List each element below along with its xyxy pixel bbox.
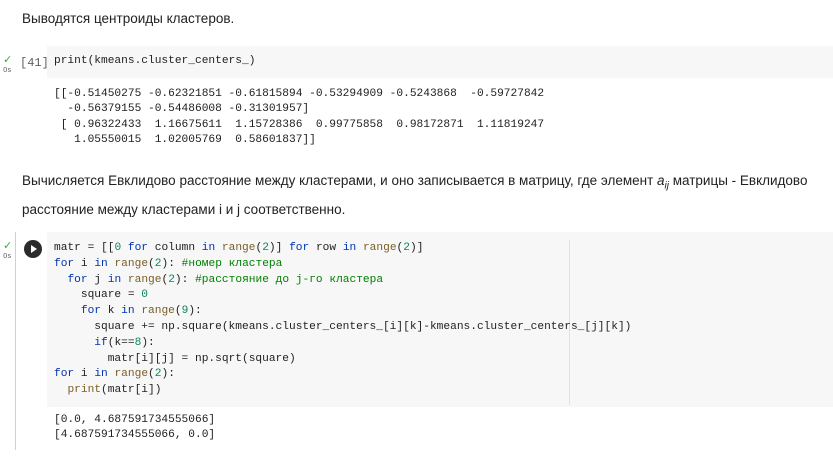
markdown-text-centroids: Выводятся центроиды кластеров. (22, 11, 235, 26)
executed-check-icon: ✓ (3, 54, 13, 66)
code-line-print[interactable]: print(kmeans.cluster_centers_) (54, 54, 255, 70)
run-cell-button[interactable] (24, 240, 42, 258)
executed-check-icon: ✓ (3, 240, 13, 252)
text-euclid-part1: Вычисляется Евклидово расстояние между к… (22, 173, 658, 188)
output-distance-matrix: [0.0, 4.687591734555066] [4.687591734555… (54, 414, 216, 442)
code-block-matrix[interactable]: matr = [[0 for column in range(2)] for r… (54, 241, 631, 399)
output-cluster-centers: [[-0.51450275 -0.62321851 -0.61815894 -0… (54, 88, 545, 147)
execution-count: [41] (20, 56, 49, 70)
math-a: a (657, 173, 665, 188)
markdown-text-euclid: Вычисляется Евклидово расстояние между к… (22, 169, 822, 221)
execution-time: 0s (3, 66, 12, 74)
execution-time: 0s (3, 252, 12, 260)
